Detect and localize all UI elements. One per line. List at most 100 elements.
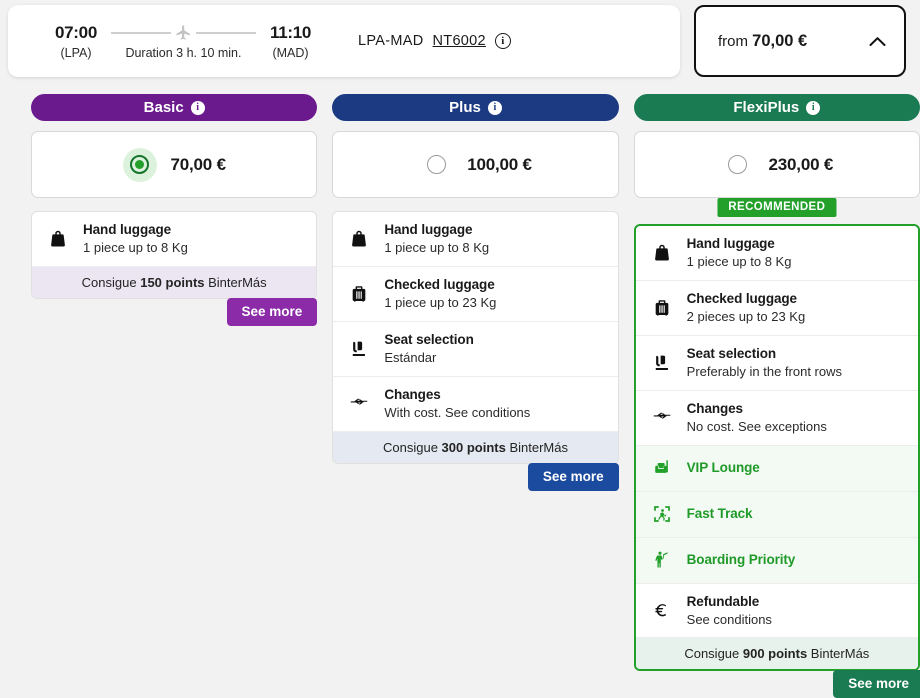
points-value: 900 points [743, 646, 807, 661]
fare-info-icon[interactable]: i [806, 101, 820, 115]
see-more-container: See more [634, 670, 920, 698]
feature-text: Boarding Priority [687, 551, 796, 569]
chevron-up-icon[interactable] [869, 36, 886, 47]
feature-text: Changes With cost. See conditions [384, 386, 530, 422]
feature-text: Refundable See conditions [687, 593, 772, 629]
departure-time: 07:00 [55, 23, 97, 43]
see-more-button-flexiplus[interactable]: See more [833, 670, 920, 698]
fare-info-icon[interactable]: i [488, 101, 502, 115]
handbag-icon [650, 242, 674, 264]
fare-price-option-basic[interactable]: 70,00 € [31, 131, 317, 198]
suitcase-icon [650, 297, 674, 319]
see-more-button-basic[interactable]: See more [227, 298, 318, 326]
fare-header-plus[interactable]: Plus i [332, 94, 618, 121]
fare-radio[interactable] [721, 148, 755, 182]
fare-radio[interactable] [419, 148, 453, 182]
flight-info-icon[interactable]: i [495, 33, 511, 49]
departure-airport: (LPA) [60, 46, 91, 60]
feature-row: Seat selection Preferably in the front r… [636, 336, 918, 391]
bintermas-points-banner: Consigue 900 points BinterMás [636, 638, 918, 669]
points-prefix: Consigue [684, 646, 743, 661]
feature-row: Changes No cost. See exceptions [636, 391, 918, 446]
fare-radio[interactable] [123, 148, 157, 182]
suitcase-icon [347, 283, 371, 305]
fare-columns: Basic i 70,00 € Hand luggage 1 piece up … [0, 94, 920, 698]
feature-text: Changes No cost. See exceptions [687, 400, 827, 436]
feature-subtitle: No cost. See exceptions [687, 419, 827, 436]
fare-price-option-flexiplus[interactable]: 230,00 € [634, 131, 920, 198]
fare-price: 100,00 € [467, 155, 532, 175]
feature-row: Hand luggage 1 piece up to 8 Kg [636, 226, 918, 281]
feature-title: Hand luggage [384, 222, 472, 237]
points-suffix: BinterMás [205, 275, 267, 290]
summary-price-text: from 70,00 € [718, 32, 807, 51]
feature-subtitle: See conditions [687, 612, 772, 629]
feature-title: Hand luggage [687, 236, 775, 251]
summary-price-value: 70,00 € [752, 32, 807, 50]
fare-header-flexiplus[interactable]: FlexiPlus i [634, 94, 920, 121]
feature-row: Boarding Priority [636, 538, 918, 584]
euro-icon [650, 600, 674, 622]
feature-row: Fast Track [636, 492, 918, 538]
fare-features-card: Hand luggage 1 piece up to 8 Kg Consigue… [31, 211, 317, 299]
feature-row: Hand luggage 1 piece up to 8 Kg [333, 212, 617, 267]
see-more-container: See more [332, 463, 618, 491]
fare-column-flexiplus: FlexiPlus i 230,00 € RECOMMENDED Hand lu… [634, 94, 920, 698]
fare-price-option-plus[interactable]: 100,00 € [332, 131, 618, 198]
changes-arrows-icon [347, 393, 371, 415]
feature-title: Seat selection [384, 332, 473, 347]
feature-row: Checked luggage 1 piece up to 23 Kg [333, 267, 617, 322]
vip-lounge-icon [650, 457, 674, 479]
fare-price: 70,00 € [171, 155, 226, 175]
fast-track-icon [650, 503, 674, 525]
feature-subtitle: 1 piece up to 8 Kg [384, 240, 489, 257]
fare-column-basic: Basic i 70,00 € Hand luggage 1 piece up … [31, 94, 317, 698]
feature-text: VIP Lounge [687, 459, 760, 477]
feature-row: Changes With cost. See conditions [333, 377, 617, 432]
route-label: LPA-MAD [358, 33, 423, 49]
feature-subtitle: 1 piece up to 8 Kg [83, 240, 188, 257]
feature-text: Seat selection Preferably in the front r… [687, 345, 842, 381]
fare-price: 230,00 € [769, 155, 834, 175]
feature-row: Checked luggage 2 pieces up to 23 Kg [636, 281, 918, 336]
price-summary-toggle[interactable]: from 70,00 € [694, 5, 906, 77]
feature-subtitle: 1 piece up to 23 Kg [384, 295, 496, 312]
feature-row: Seat selection Estándar [333, 322, 617, 377]
feature-title: Checked luggage [687, 291, 797, 306]
points-suffix: BinterMás [807, 646, 869, 661]
boarding-priority-icon [650, 549, 674, 571]
route-block: LPA-MAD NT6002 i [358, 33, 511, 49]
flight-number-link[interactable]: NT6002 [433, 33, 486, 49]
arrival-airport: (MAD) [272, 46, 308, 60]
changes-arrows-icon [650, 407, 674, 429]
fare-info-icon[interactable]: i [191, 101, 205, 115]
flight-summary-bar: 07:00 (LPA) Duration 3 h. 10 min. 11:10 … [8, 5, 680, 77]
feature-row: Refundable See conditions [636, 584, 918, 639]
feature-title: Checked luggage [384, 277, 494, 292]
handbag-icon [46, 228, 70, 250]
points-suffix: BinterMás [506, 440, 568, 455]
feature-subtitle: 2 pieces up to 23 Kg [687, 309, 806, 326]
flight-path-line [111, 23, 256, 43]
feature-text: Hand luggage 1 piece up to 8 Kg [687, 235, 792, 271]
seat-icon [347, 338, 371, 360]
departure-block: 07:00 (LPA) [55, 23, 97, 60]
see-more-container: See more [31, 298, 317, 326]
feature-title: Seat selection [687, 346, 776, 361]
bintermas-points-banner: Consigue 300 points BinterMás [333, 432, 617, 463]
fare-name: FlexiPlus [733, 99, 799, 116]
fare-name: Basic [144, 99, 184, 116]
arrival-block: 11:10 (MAD) [270, 23, 311, 60]
fare-header-basic[interactable]: Basic i [31, 94, 317, 121]
feature-subtitle: 1 piece up to 8 Kg [687, 254, 792, 271]
feature-title: Boarding Priority [687, 552, 796, 567]
see-more-button-plus[interactable]: See more [528, 463, 619, 491]
feature-row: Hand luggage 1 piece up to 8 Kg [32, 212, 316, 267]
recommended-badge: RECOMMENDED [717, 198, 836, 217]
fare-features-card: Hand luggage 1 piece up to 8 Kg Checked … [332, 211, 618, 464]
feature-title: Changes [384, 387, 440, 402]
path-line-right [196, 32, 256, 34]
feature-title: Changes [687, 401, 743, 416]
feature-subtitle: With cost. See conditions [384, 405, 530, 422]
arrival-time: 11:10 [270, 23, 311, 43]
